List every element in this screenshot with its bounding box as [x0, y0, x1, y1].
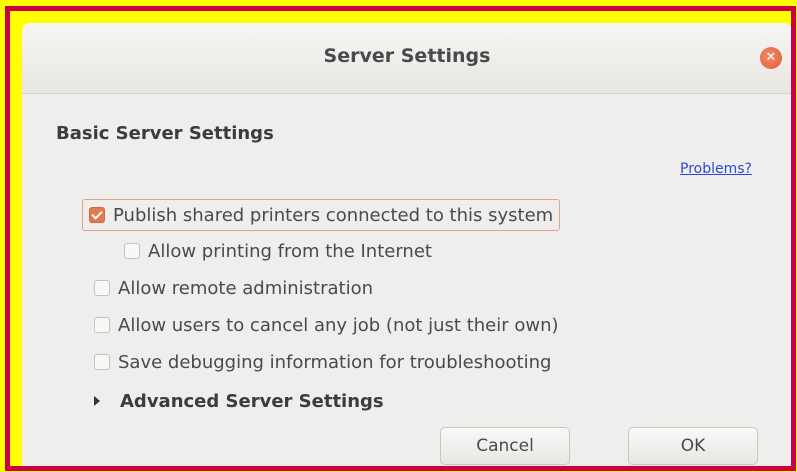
checkbox-icon[interactable]	[94, 317, 110, 333]
close-icon: ✕	[765, 50, 777, 65]
section-title: Basic Server Settings	[56, 123, 274, 144]
expander-label: Advanced Server Settings	[120, 390, 384, 412]
option-label: Publish shared printers connected to thi…	[113, 204, 554, 226]
checkbox-icon[interactable]	[124, 243, 140, 259]
option-allow-internet-printing[interactable]: Allow printing from the Internet	[124, 237, 432, 265]
option-label: Allow printing from the Internet	[148, 240, 432, 262]
close-button[interactable]: ✕	[760, 47, 782, 69]
ok-button[interactable]: OK	[628, 427, 758, 465]
option-publish-shared-printers[interactable]: Publish shared printers connected to thi…	[82, 199, 561, 231]
cancel-button[interactable]: Cancel	[440, 427, 570, 465]
checkbox-icon[interactable]	[94, 280, 110, 296]
advanced-server-settings-expander[interactable]: Advanced Server Settings	[94, 389, 384, 413]
option-allow-users-cancel-any-job[interactable]: Allow users to cancel any job (not just …	[94, 311, 559, 339]
disclosure-arrow-icon	[94, 396, 100, 406]
option-label: Allow users to cancel any job (not just …	[118, 314, 559, 336]
window-title: Server Settings	[323, 45, 491, 67]
title-bar[interactable]: Server Settings ✕	[22, 23, 791, 94]
option-label: Allow remote administration	[118, 277, 373, 299]
checkbox-icon[interactable]	[94, 354, 110, 370]
screenshot-frame: Server Settings ✕ Basic Server Settings …	[5, 6, 796, 471]
checkbox-checked-icon[interactable]	[89, 207, 105, 223]
option-allow-remote-administration[interactable]: Allow remote administration	[94, 274, 373, 302]
option-label: Save debugging information for troublesh…	[118, 351, 552, 373]
option-save-debugging-info[interactable]: Save debugging information for troublesh…	[94, 348, 551, 376]
server-settings-dialog: Server Settings ✕ Basic Server Settings …	[22, 23, 791, 466]
problems-link[interactable]: Problems?	[680, 161, 752, 177]
